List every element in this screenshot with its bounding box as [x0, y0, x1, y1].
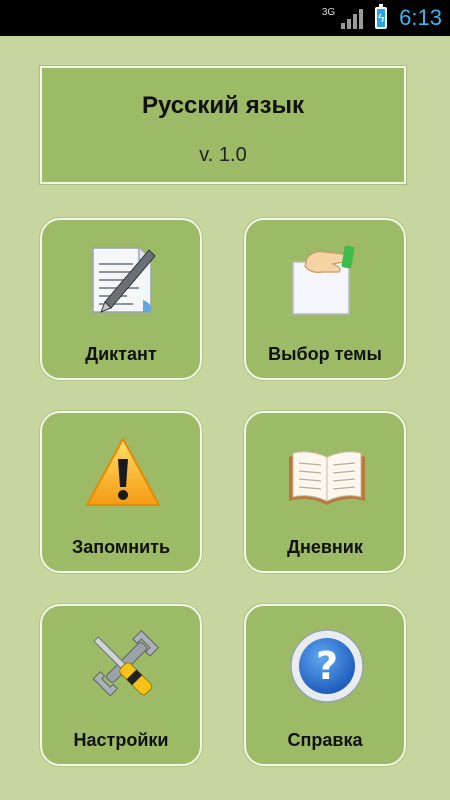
warning-icon: [86, 438, 160, 506]
hand-paper-icon: [292, 245, 355, 315]
choose-topic-label: Выбор темы: [268, 344, 382, 364]
dictation-label: Диктант: [85, 344, 157, 364]
open-book-icon: [289, 451, 365, 505]
status-bar: 3G ϟ 6:13: [0, 0, 450, 36]
help-label: Справка: [287, 730, 363, 750]
diary-button[interactable]: Дневник: [244, 411, 406, 573]
app-version: v. 1.0: [199, 144, 247, 166]
svg-text:?: ?: [316, 644, 338, 688]
signal-icon: [341, 7, 364, 29]
memorize-button[interactable]: Запомнить: [40, 411, 202, 573]
app-title-panel: Русский язык v. 1.0: [40, 66, 406, 184]
settings-button[interactable]: Настройки: [40, 604, 202, 766]
diary-label: Дневник: [287, 537, 363, 557]
battery-charging-icon: ϟ: [375, 4, 388, 29]
help-question-icon: ?: [290, 629, 364, 703]
dictation-button[interactable]: Диктант: [40, 218, 202, 380]
app-title: Русский язык: [141, 92, 305, 119]
settings-label: Настройки: [73, 730, 169, 750]
clock: 6:13: [399, 5, 442, 30]
wrench-screwdriver-icon: [92, 629, 160, 697]
memorize-label: Запомнить: [71, 537, 171, 557]
document-pen-icon: [92, 247, 156, 313]
choose-topic-button[interactable]: Выбор темы: [244, 218, 406, 380]
help-button[interactable]: ? Справка: [244, 604, 406, 766]
network-type: 3G: [321, 6, 336, 18]
